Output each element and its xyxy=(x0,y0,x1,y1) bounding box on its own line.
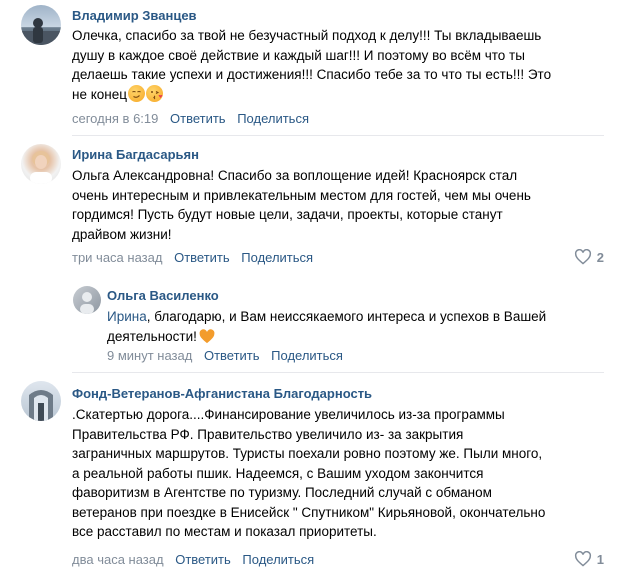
avatar-monument-icon xyxy=(29,390,53,421)
comment-text: Ольга Александровна! Спасибо за воплощен… xyxy=(72,168,531,242)
heart-outline-icon xyxy=(574,551,591,567)
comment-meta: два часа назад Ответить Поделиться xyxy=(72,552,322,567)
smirk-emoji-icon xyxy=(127,84,145,102)
avatar-photo-icon xyxy=(30,151,52,184)
share-button[interactable]: Поделиться xyxy=(237,111,309,126)
comment-meta: 9 минут назад Ответить Поделиться xyxy=(107,348,351,363)
like-count: 1 xyxy=(596,551,604,567)
comment-text: Ирина, благодарю, и Вам неиссякаемого ин… xyxy=(107,307,607,346)
avatar-photo-icon xyxy=(80,292,94,314)
comment-meta: три часа назад Ответить Поделиться xyxy=(72,250,321,265)
comment-author[interactable]: Ирина Багдасарьян xyxy=(72,147,199,162)
comment-author[interactable]: Фонд-Ветеранов-Афганистана Благодарность xyxy=(72,386,372,401)
mention-link[interactable]: Ирина xyxy=(107,309,147,324)
divider xyxy=(72,372,604,373)
comment-meta: сегодня в 6:19 Ответить Поделиться xyxy=(72,111,317,126)
heart-outline-icon xyxy=(574,249,591,265)
avatar-photo-icon xyxy=(21,18,61,45)
avatar[interactable] xyxy=(73,286,101,314)
like-button[interactable]: 1 xyxy=(574,551,604,567)
orange-heart-icon xyxy=(199,328,215,343)
kiss-emoji-icon xyxy=(145,84,163,102)
comment-author[interactable]: Ольга Василенко xyxy=(107,288,219,303)
comment-author[interactable]: Владимир Званцев xyxy=(72,8,197,23)
comment-time[interactable]: сегодня в 6:19 xyxy=(72,111,158,126)
like-count: 2 xyxy=(596,249,604,265)
comment-text: .Скатертью дорога....Финансирование увел… xyxy=(72,407,546,539)
comment-text: Олечка, спасибо за твой не безучастный п… xyxy=(72,28,552,102)
comment-time[interactable]: 9 минут назад xyxy=(107,348,192,363)
divider xyxy=(72,135,604,136)
reply-text-line-2: деятельности! xyxy=(107,328,197,344)
like-button[interactable]: 2 xyxy=(574,249,604,265)
avatar[interactable] xyxy=(21,144,61,184)
avatar[interactable] xyxy=(21,381,61,421)
share-button[interactable]: Поделиться xyxy=(271,348,343,363)
reply-button[interactable]: Ответить xyxy=(170,111,226,126)
share-button[interactable]: Поделиться xyxy=(242,552,314,567)
share-button[interactable]: Поделиться xyxy=(241,250,313,265)
avatar[interactable] xyxy=(21,5,61,45)
reply-text-line-1-rest: , благодарю, и Вам неиссякаемого интерес… xyxy=(146,309,547,324)
reply-button[interactable]: Ответить xyxy=(175,552,231,567)
comment-time[interactable]: три часа назад xyxy=(72,250,162,265)
comment-time[interactable]: два часа назад xyxy=(72,552,164,567)
reply-button[interactable]: Ответить xyxy=(204,348,260,363)
reply-button[interactable]: Ответить xyxy=(174,250,230,265)
